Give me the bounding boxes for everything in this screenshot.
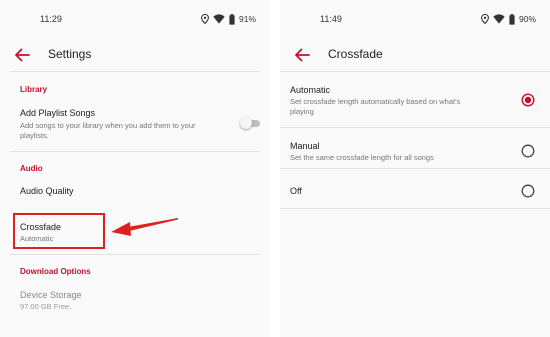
option-subtitle: Set crossfade length automatically based… [290, 97, 461, 106]
battery-icon [509, 13, 515, 25]
setting-title: Audio Quality [20, 186, 74, 196]
section-header-download-options: Download Options [20, 267, 91, 276]
setting-subtitle: 97.00 GB Free. [20, 302, 72, 311]
section-header-library: Library [20, 85, 48, 94]
option-subtitle-continued: playing [290, 107, 314, 116]
status-icons: 90% [481, 12, 536, 26]
divider [280, 71, 550, 72]
page-title: Settings [48, 47, 92, 61]
battery-percentage: 90% [518, 14, 536, 24]
divider [10, 254, 260, 255]
status-bar: 11:29 91% [0, 0, 270, 40]
back-arrow-icon[interactable] [12, 45, 32, 65]
section-header-audio: Audio [20, 164, 43, 173]
page-title: Crossfade [328, 47, 383, 61]
divider [10, 151, 260, 152]
wifi-icon [493, 14, 505, 24]
location-icon [481, 14, 489, 24]
settings-screen: 11:29 91% Settings Library Add Playlist … [0, 0, 270, 337]
radio-unselected-icon[interactable] [521, 144, 535, 158]
setting-subtitle: Add songs to your library when you add t… [20, 121, 196, 130]
radio-unselected-icon[interactable] [521, 184, 535, 198]
battery-icon [229, 13, 235, 25]
status-time: 11:29 [40, 14, 62, 24]
status-icons: 91% [201, 12, 256, 26]
crossfade-screen: 11:49 90% Crossfade Automatic Set crossf… [280, 0, 550, 337]
option-title: Off [290, 186, 302, 196]
app-bar: Settings [0, 40, 270, 70]
divider [280, 208, 550, 209]
setting-title: Add Playlist Songs [20, 108, 96, 118]
wifi-icon [213, 14, 225, 24]
setting-subtitle-continued: playlists. [20, 131, 49, 140]
toggle-thumb [240, 117, 252, 129]
divider [280, 168, 550, 169]
annotation-highlight-box [13, 213, 105, 249]
status-time: 11:49 [320, 14, 342, 24]
app-bar: Crossfade [280, 40, 550, 70]
option-subtitle: Set the same crossfade length for all so… [290, 153, 434, 162]
battery-percentage: 91% [238, 14, 256, 24]
add-playlist-songs-toggle[interactable] [240, 116, 262, 130]
status-bar: 11:49 90% [280, 0, 550, 40]
radio-selected-icon[interactable] [521, 93, 535, 107]
option-title: Automatic [290, 85, 331, 95]
annotation-arrow [111, 218, 178, 236]
back-arrow-icon[interactable] [292, 45, 312, 65]
divider [10, 71, 260, 72]
option-title: Manual [290, 141, 320, 151]
location-icon [201, 14, 209, 24]
setting-title: Device Storage [20, 290, 82, 300]
divider [280, 127, 550, 128]
